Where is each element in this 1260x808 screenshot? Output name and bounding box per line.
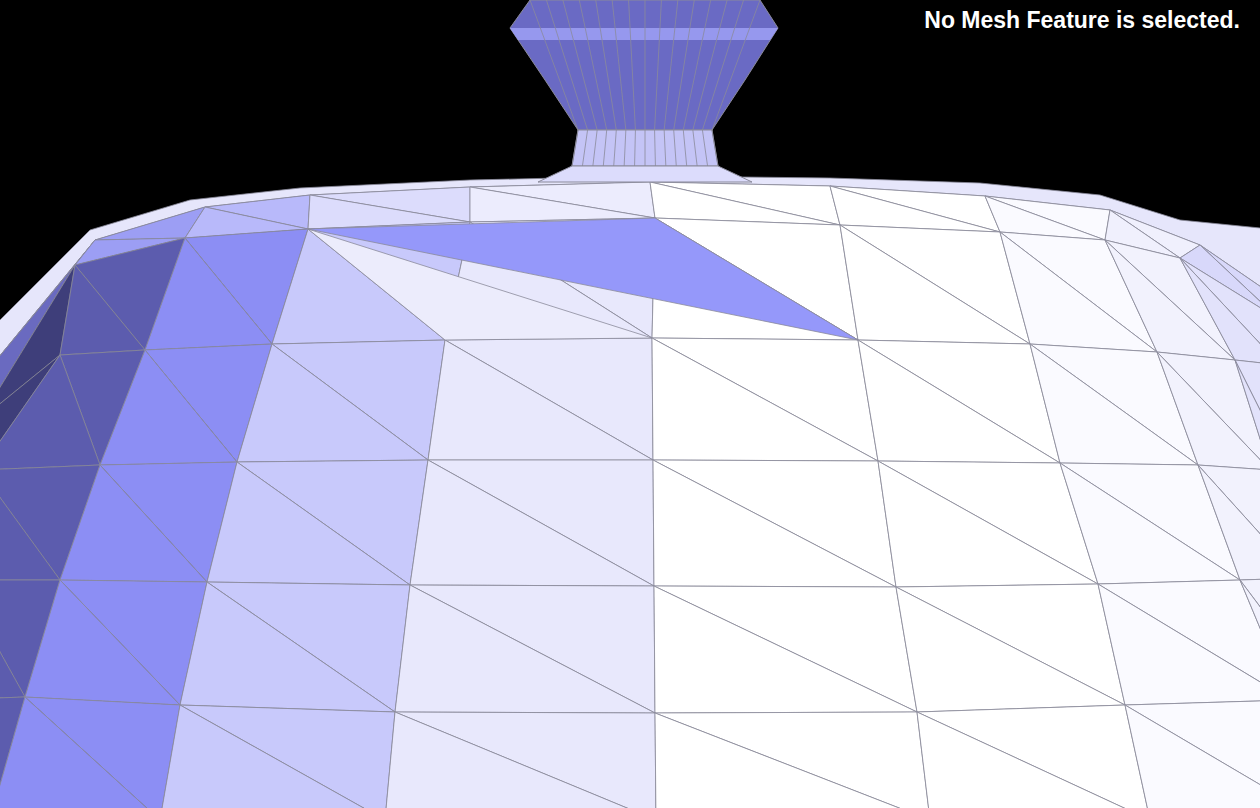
lid-knob xyxy=(510,0,778,182)
mesh-viewport[interactable]: No Mesh Feature is selected. xyxy=(0,0,1260,808)
mesh-viewport-canvas[interactable] xyxy=(0,0,1260,808)
mesh-face xyxy=(308,218,858,340)
selection-status: No Mesh Feature is selected. xyxy=(924,4,1240,38)
lid-mesh xyxy=(0,182,1260,808)
